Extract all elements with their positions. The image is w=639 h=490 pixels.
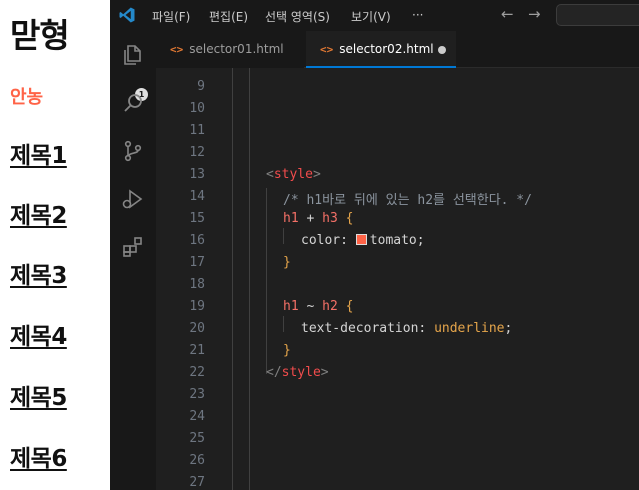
line-number: 10: [189, 101, 205, 116]
line-number: 21: [189, 343, 205, 358]
line-number: 12: [189, 145, 205, 160]
code-token: }: [283, 255, 291, 270]
preview-h2: 제목1: [10, 143, 67, 169]
code-line-21: }: [283, 343, 291, 358]
line-number: 13: [189, 167, 205, 182]
editor-tabs: <> selector01.html <> selector02.html: [156, 31, 639, 68]
extensions-icon[interactable]: [121, 235, 145, 259]
preview-h2: 제목3: [10, 263, 67, 289]
code-token: </: [266, 365, 282, 380]
line-number: 23: [189, 387, 205, 402]
search-icon[interactable]: [121, 91, 145, 115]
files-icon[interactable]: [121, 43, 145, 67]
code-line-19: h1 ~ h2 {: [283, 299, 353, 314]
run-debug-icon[interactable]: [121, 187, 145, 211]
browser-preview: 맏형 안농 제목1 제목2 제목3 제목4 제목5 제목6: [0, 0, 110, 490]
code-token: style: [281, 365, 321, 380]
code-token: h1: [283, 299, 299, 314]
code-token: >: [320, 365, 329, 380]
code-token: style: [273, 167, 313, 182]
code-token: ~: [298, 299, 323, 314]
code-token: tomato: [369, 233, 417, 248]
code-editor[interactable]: 9 10 11 12 13 14 15 16 17 18 19 20 21 22…: [156, 68, 639, 490]
line-number: 17: [189, 255, 205, 270]
code-line-22: </style>: [266, 365, 329, 380]
preview-h1: 맏형: [10, 16, 70, 55]
html-file-icon: <>: [320, 43, 334, 56]
code-token: <: [266, 167, 274, 182]
html-file-icon: <>: [170, 43, 184, 56]
code-token: color:: [301, 233, 356, 248]
code-token: underline: [434, 321, 505, 336]
code-token: }: [283, 343, 291, 358]
indent-guide: [249, 68, 250, 490]
code-line-20: text-decoration: underline;: [301, 321, 512, 336]
tab-label: selector01.html: [189, 42, 284, 56]
unsaved-dot-icon[interactable]: [438, 46, 446, 54]
code-token: ;: [504, 321, 513, 336]
arrow-right-icon[interactable]: →: [528, 5, 541, 23]
activity-bar: 1: [110, 31, 156, 490]
indent-guide: [283, 316, 284, 332]
menu-edit[interactable]: 편집(E): [209, 8, 248, 25]
preview-h2: 제목4: [10, 324, 67, 350]
code-token: +: [298, 211, 323, 226]
vscode-logo-icon: [119, 7, 135, 23]
code-line-13: <style>: [266, 167, 321, 182]
line-number: 11: [189, 123, 205, 138]
line-number: 25: [189, 431, 205, 446]
color-swatch[interactable]: [355, 234, 367, 245]
code-line-15: h1 + h3 {: [283, 211, 353, 226]
code-token: {: [337, 211, 354, 226]
code-token: h3: [322, 211, 338, 226]
code-token: h1: [283, 211, 299, 226]
line-number: 27: [189, 475, 205, 490]
menu-file[interactable]: 파일(F): [152, 8, 190, 25]
menu-selection[interactable]: 선택 영역(S): [265, 8, 330, 25]
code-line-17: }: [283, 255, 291, 270]
preview-h3: 안농: [10, 87, 44, 108]
tab-selector02[interactable]: <> selector02.html: [306, 31, 456, 68]
preview-h2: 제목2: [10, 203, 67, 229]
code-token: text-decoration:: [301, 321, 435, 336]
indent-guide: [266, 188, 267, 374]
menu-more[interactable]: ···: [412, 8, 423, 22]
line-number: 16: [189, 233, 205, 248]
line-number: 20: [189, 321, 205, 336]
line-number: 19: [189, 299, 205, 314]
tab-label: selector02.html: [339, 42, 434, 56]
code-token: ;: [416, 233, 425, 248]
code-token: h2: [322, 299, 338, 314]
title-bar: 파일(F) 편집(E) 선택 영역(S) 보기(V) ··· ← →: [110, 0, 639, 31]
tab-selector01[interactable]: <> selector01.html: [156, 31, 304, 68]
code-comment: /* h1바로 뒤에 있는 h2를 선택한다. */: [283, 193, 532, 208]
code-token: {: [337, 299, 354, 314]
command-center-search[interactable]: [556, 4, 639, 26]
code-line-16: color: tomato;: [301, 233, 425, 248]
code-line-14: /* h1바로 뒤에 있는 h2를 선택한다. */: [283, 189, 532, 208]
line-number: 22: [189, 365, 205, 380]
line-number: 14: [189, 189, 205, 204]
line-number: 18: [189, 277, 205, 292]
code-token: >: [312, 167, 321, 182]
line-number: 15: [189, 211, 205, 226]
line-number: 26: [189, 453, 205, 468]
line-number: 9: [197, 79, 205, 94]
arrow-left-icon[interactable]: ←: [501, 5, 514, 23]
vscode-window: 파일(F) 편집(E) 선택 영역(S) 보기(V) ··· ← → 1 <> s…: [110, 0, 639, 490]
menu-view[interactable]: 보기(V): [351, 8, 391, 25]
preview-h2: 제목5: [10, 385, 67, 411]
indent-guide: [232, 68, 233, 490]
line-number: 24: [189, 409, 205, 424]
preview-h2: 제목6: [10, 446, 67, 472]
source-control-icon[interactable]: [121, 139, 145, 163]
indent-guide: [283, 228, 284, 244]
